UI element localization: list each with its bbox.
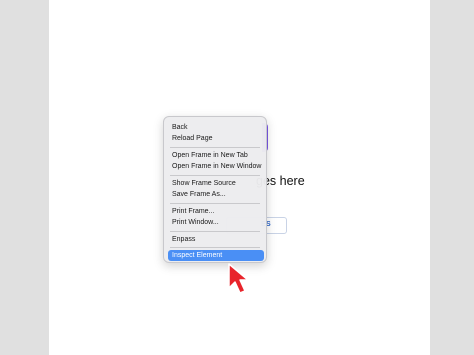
menu-separator xyxy=(170,247,260,248)
menu-item-back[interactable]: Back xyxy=(172,123,188,132)
menu-item-print-frame[interactable]: Print Frame... xyxy=(172,207,214,216)
menu-item-enpass[interactable]: Enpass xyxy=(172,235,195,244)
red-arrow-cursor-icon xyxy=(228,263,249,294)
menu-separator xyxy=(170,203,260,204)
menu-item-inspect-element[interactable]: Inspect Element xyxy=(168,250,264,261)
menu-item-open-frame-new-window[interactable]: Open Frame in New Window xyxy=(172,162,261,171)
menu-separator xyxy=(170,147,260,148)
menu-item-print-window[interactable]: Print Window... xyxy=(172,218,219,227)
menu-item-reload-page[interactable]: Reload Page xyxy=(172,134,212,143)
menu-item-open-frame-new-tab[interactable]: Open Frame in New Tab xyxy=(172,151,248,160)
context-menu: Back Reload Page Open Frame in New Tab O… xyxy=(163,116,267,263)
menu-item-inspect-element-label: Inspect Element xyxy=(172,252,223,259)
menu-separator xyxy=(170,175,260,176)
menu-item-show-frame-source[interactable]: Show Frame Source xyxy=(172,179,236,188)
menu-item-save-frame-as[interactable]: Save Frame As... xyxy=(172,190,226,199)
menu-separator xyxy=(170,231,260,232)
